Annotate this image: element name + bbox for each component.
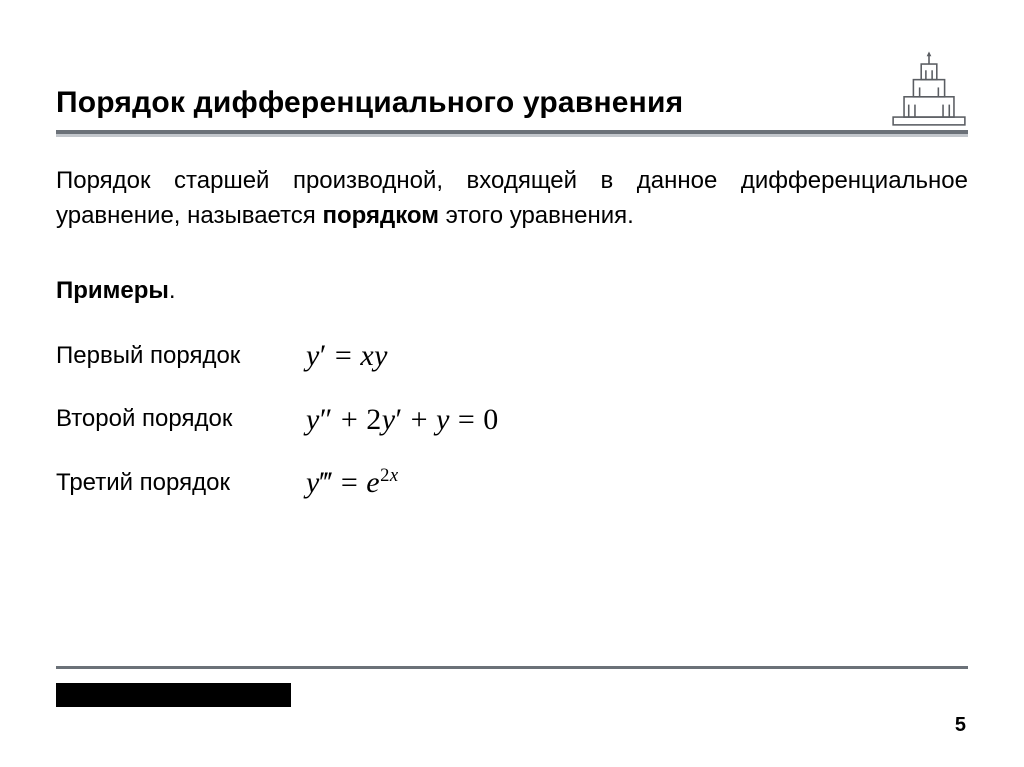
examples-dot: . — [169, 277, 176, 304]
example-formula-third: y‴ = e2x — [306, 461, 399, 505]
example-label: Второй порядок — [56, 402, 306, 437]
header-divider — [56, 130, 968, 134]
definition-text: Порядок старшей производной, входящей в … — [56, 164, 968, 234]
footer-bar — [56, 683, 291, 707]
definition-post: этого уравнения. — [439, 202, 634, 229]
footer: 5 — [56, 666, 968, 707]
body: Порядок старшей производной, входящей в … — [56, 164, 968, 505]
header: Порядок дифференциального уравнения — [56, 50, 968, 126]
msu-logo-icon — [890, 50, 968, 128]
example-label: Третий порядок — [56, 466, 306, 501]
page-title: Порядок дифференциального уравнения — [56, 86, 683, 120]
example-row: Второй порядок y″ + 2y′ + y = 0 — [56, 398, 968, 442]
examples-list: Первый порядок y′ = xy Второй порядок y″… — [56, 334, 968, 505]
example-label: Первый порядок — [56, 339, 306, 374]
example-formula-second: y″ + 2y′ + y = 0 — [306, 398, 499, 442]
examples-label-text: Примеры — [56, 277, 169, 304]
example-row: Третий порядок y‴ = e2x — [56, 461, 968, 505]
slide: Порядок дифференциального уравнения — [0, 0, 1024, 767]
example-formula-first: y′ = xy — [306, 334, 388, 378]
page-number: 5 — [955, 714, 966, 737]
example-row: Первый порядок y′ = xy — [56, 334, 968, 378]
footer-divider — [56, 666, 968, 669]
examples-heading: Примеры. — [56, 274, 968, 309]
definition-bold: порядком — [322, 202, 439, 229]
